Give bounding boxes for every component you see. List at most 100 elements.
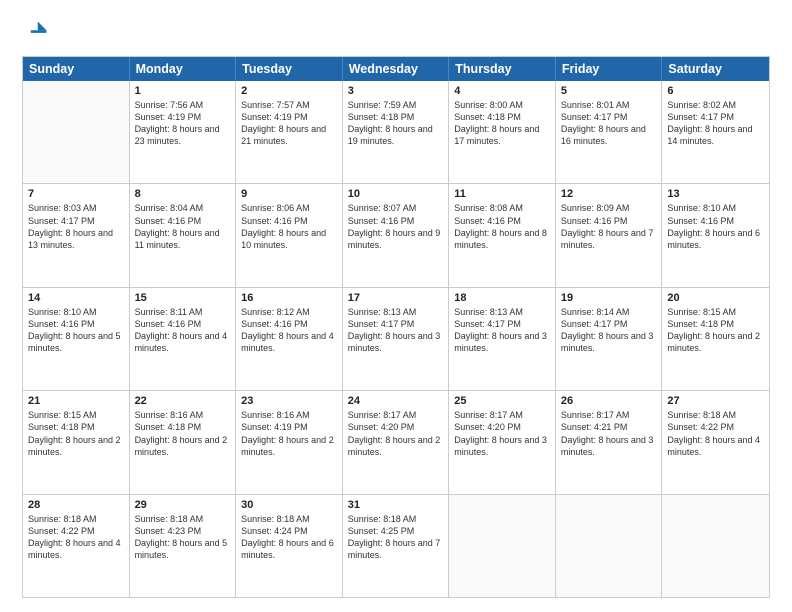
calendar: SundayMondayTuesdayWednesdayThursdayFrid…: [22, 56, 770, 598]
day-number: 13: [667, 188, 764, 200]
header-day-thursday: Thursday: [449, 57, 556, 81]
header-day-saturday: Saturday: [662, 57, 769, 81]
cell-info: Sunrise: 8:18 AM Sunset: 4:25 PM Dayligh…: [348, 513, 444, 562]
calendar-cell: 27 Sunrise: 8:18 AM Sunset: 4:22 PM Dayli…: [662, 391, 769, 493]
calendar-row-1: 7Sunrise: 8:03 AM Sunset: 4:17 PM Daylig…: [23, 184, 769, 287]
calendar-cell: 19 Sunrise: 8:14 AM Sunset: 4:17 PM Dayli…: [556, 288, 663, 390]
calendar-cell: 1 Sunrise: 7:56 AM Sunset: 4:19 PM Daylig…: [130, 81, 237, 183]
cell-info: Sunrise: 8:06 AM Sunset: 4:16 PM Dayligh…: [241, 202, 337, 251]
cell-info: Sunrise: 8:13 AM Sunset: 4:17 PM Dayligh…: [348, 306, 444, 355]
day-number: 21: [28, 395, 124, 407]
calendar-cell: 18 Sunrise: 8:13 AM Sunset: 4:17 PM Dayli…: [449, 288, 556, 390]
day-number: 3: [348, 85, 444, 97]
calendar-cell: 11 Sunrise: 8:08 AM Sunset: 4:16 PM Dayli…: [449, 184, 556, 286]
header-day-tuesday: Tuesday: [236, 57, 343, 81]
day-number: 29: [135, 499, 231, 511]
cell-info: Sunrise: 8:04 AM Sunset: 4:16 PM Dayligh…: [135, 202, 231, 251]
cell-info: Sunrise: 8:16 AM Sunset: 4:19 PM Dayligh…: [241, 409, 337, 458]
calendar-cell: 25 Sunrise: 8:17 AM Sunset: 4:20 PM Dayli…: [449, 391, 556, 493]
cell-info: Sunrise: 8:16 AM Sunset: 4:18 PM Dayligh…: [135, 409, 231, 458]
cell-info: Sunrise: 8:17 AM Sunset: 4:20 PM Dayligh…: [454, 409, 550, 458]
day-number: 20: [667, 292, 764, 304]
cell-info: Sunrise: 8:17 AM Sunset: 4:21 PM Dayligh…: [561, 409, 657, 458]
calendar-body: 1 Sunrise: 7:56 AM Sunset: 4:19 PM Daylig…: [23, 81, 769, 597]
day-number: 28: [28, 499, 124, 511]
calendar-cell: 31 Sunrise: 8:18 AM Sunset: 4:25 PM Dayli…: [343, 495, 450, 597]
day-number: 24: [348, 395, 444, 407]
day-number: 25: [454, 395, 550, 407]
day-number: 17: [348, 292, 444, 304]
cell-info: Sunrise: 8:12 AM Sunset: 4:16 PM Dayligh…: [241, 306, 337, 355]
day-number: 6: [667, 85, 764, 97]
logo: [22, 18, 54, 46]
calendar-cell: 6 Sunrise: 8:02 AM Sunset: 4:17 PM Daylig…: [662, 81, 769, 183]
day-number: 23: [241, 395, 337, 407]
cell-info: Sunrise: 8:14 AM Sunset: 4:17 PM Dayligh…: [561, 306, 657, 355]
calendar-cell: 13 Sunrise: 8:10 AM Sunset: 4:16 PM Dayli…: [662, 184, 769, 286]
cell-info: Sunrise: 8:15 AM Sunset: 4:18 PM Dayligh…: [667, 306, 764, 355]
day-number: 14: [28, 292, 124, 304]
calendar-cell: 28Sunrise: 8:18 AM Sunset: 4:22 PM Dayli…: [23, 495, 130, 597]
cell-info: Sunrise: 8:13 AM Sunset: 4:17 PM Dayligh…: [454, 306, 550, 355]
day-number: 31: [348, 499, 444, 511]
calendar-cell: 4 Sunrise: 8:00 AM Sunset: 4:18 PM Daylig…: [449, 81, 556, 183]
day-number: 11: [454, 188, 550, 200]
day-number: 1: [135, 85, 231, 97]
calendar-cell: 20 Sunrise: 8:15 AM Sunset: 4:18 PM Dayli…: [662, 288, 769, 390]
cell-info: Sunrise: 8:07 AM Sunset: 4:16 PM Dayligh…: [348, 202, 444, 251]
cell-info: Sunrise: 8:15 AM Sunset: 4:18 PM Dayligh…: [28, 409, 124, 458]
cell-info: Sunrise: 8:10 AM Sunset: 4:16 PM Dayligh…: [667, 202, 764, 251]
calendar-cell: 24 Sunrise: 8:17 AM Sunset: 4:20 PM Dayli…: [343, 391, 450, 493]
cell-info: Sunrise: 8:03 AM Sunset: 4:17 PM Dayligh…: [28, 202, 124, 251]
header-day-monday: Monday: [130, 57, 237, 81]
calendar-cell: [449, 495, 556, 597]
day-number: 30: [241, 499, 337, 511]
calendar-cell: 14 Sunrise: 8:10 AM Sunset: 4:16 PM Dayli…: [23, 288, 130, 390]
calendar-header: SundayMondayTuesdayWednesdayThursdayFrid…: [23, 57, 769, 81]
day-number: 27: [667, 395, 764, 407]
header-day-friday: Friday: [556, 57, 663, 81]
calendar-row-0: 1 Sunrise: 7:56 AM Sunset: 4:19 PM Daylig…: [23, 81, 769, 184]
day-number: 8: [135, 188, 231, 200]
cell-info: Sunrise: 8:01 AM Sunset: 4:17 PM Dayligh…: [561, 99, 657, 148]
calendar-cell: 10Sunrise: 8:07 AM Sunset: 4:16 PM Dayli…: [343, 184, 450, 286]
header: [22, 18, 770, 46]
cell-info: Sunrise: 7:57 AM Sunset: 4:19 PM Dayligh…: [241, 99, 337, 148]
cell-info: Sunrise: 8:18 AM Sunset: 4:22 PM Dayligh…: [667, 409, 764, 458]
cell-info: Sunrise: 8:09 AM Sunset: 4:16 PM Dayligh…: [561, 202, 657, 251]
cell-info: Sunrise: 8:00 AM Sunset: 4:18 PM Dayligh…: [454, 99, 550, 148]
calendar-cell: 12 Sunrise: 8:09 AM Sunset: 4:16 PM Dayli…: [556, 184, 663, 286]
cell-info: Sunrise: 8:17 AM Sunset: 4:20 PM Dayligh…: [348, 409, 444, 458]
calendar-cell: 22Sunrise: 8:16 AM Sunset: 4:18 PM Dayli…: [130, 391, 237, 493]
day-number: 26: [561, 395, 657, 407]
calendar-cell: 8 Sunrise: 8:04 AM Sunset: 4:16 PM Daylig…: [130, 184, 237, 286]
day-number: 4: [454, 85, 550, 97]
calendar-row-4: 28Sunrise: 8:18 AM Sunset: 4:22 PM Dayli…: [23, 495, 769, 597]
logo-icon: [22, 18, 50, 46]
calendar-cell: 30 Sunrise: 8:18 AM Sunset: 4:24 PM Dayli…: [236, 495, 343, 597]
calendar-cell: 21 Sunrise: 8:15 AM Sunset: 4:18 PM Dayli…: [23, 391, 130, 493]
page: SundayMondayTuesdayWednesdayThursdayFrid…: [0, 0, 792, 612]
day-number: 12: [561, 188, 657, 200]
calendar-cell: 16 Sunrise: 8:12 AM Sunset: 4:16 PM Dayli…: [236, 288, 343, 390]
calendar-cell: 3 Sunrise: 7:59 AM Sunset: 4:18 PM Daylig…: [343, 81, 450, 183]
day-number: 18: [454, 292, 550, 304]
cell-info: Sunrise: 8:10 AM Sunset: 4:16 PM Dayligh…: [28, 306, 124, 355]
calendar-cell: 9 Sunrise: 8:06 AM Sunset: 4:16 PM Daylig…: [236, 184, 343, 286]
calendar-cell: [662, 495, 769, 597]
day-number: 16: [241, 292, 337, 304]
cell-info: Sunrise: 8:18 AM Sunset: 4:23 PM Dayligh…: [135, 513, 231, 562]
day-number: 15: [135, 292, 231, 304]
day-number: 5: [561, 85, 657, 97]
calendar-cell: 15 Sunrise: 8:11 AM Sunset: 4:16 PM Dayli…: [130, 288, 237, 390]
cell-info: Sunrise: 8:18 AM Sunset: 4:24 PM Dayligh…: [241, 513, 337, 562]
calendar-cell: 17 Sunrise: 8:13 AM Sunset: 4:17 PM Dayli…: [343, 288, 450, 390]
day-number: 19: [561, 292, 657, 304]
day-number: 9: [241, 188, 337, 200]
calendar-row-2: 14 Sunrise: 8:10 AM Sunset: 4:16 PM Dayli…: [23, 288, 769, 391]
cell-info: Sunrise: 8:02 AM Sunset: 4:17 PM Dayligh…: [667, 99, 764, 148]
cell-info: Sunrise: 8:11 AM Sunset: 4:16 PM Dayligh…: [135, 306, 231, 355]
cell-info: Sunrise: 7:56 AM Sunset: 4:19 PM Dayligh…: [135, 99, 231, 148]
cell-info: Sunrise: 8:08 AM Sunset: 4:16 PM Dayligh…: [454, 202, 550, 251]
cell-info: Sunrise: 7:59 AM Sunset: 4:18 PM Dayligh…: [348, 99, 444, 148]
